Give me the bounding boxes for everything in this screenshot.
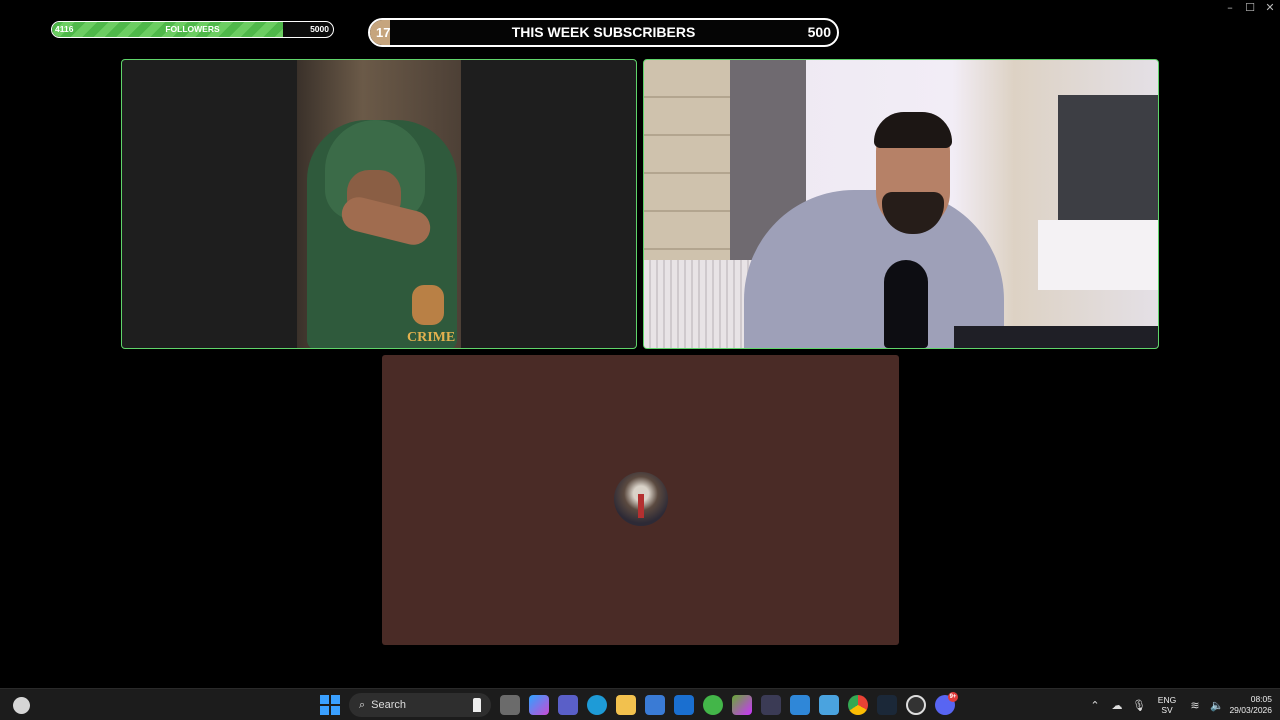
gallery-icon[interactable] — [819, 695, 839, 715]
clock[interactable]: 08:05 29/03/2026 — [1228, 694, 1280, 716]
minimize-button[interactable]: – — [1220, 0, 1240, 16]
clock-time: 08:05 — [1250, 694, 1272, 704]
chrome-icon[interactable] — [848, 695, 868, 715]
microphone — [884, 260, 928, 348]
webcam-feed-left: CRIME — [297, 60, 461, 348]
taskbar-search[interactable]: ⌕ Search — [349, 693, 491, 717]
discord-icon[interactable]: 9+ — [935, 692, 958, 715]
close-button[interactable]: ✕ — [1260, 0, 1280, 16]
followers-current: 4116 — [55, 24, 74, 34]
language-indicator[interactable]: ENG SV — [1150, 695, 1184, 715]
participant-right-video[interactable] — [643, 59, 1159, 349]
maximize-button[interactable]: ☐ — [1240, 0, 1260, 16]
start-button[interactable] — [320, 695, 340, 715]
followers-goal-bar: FOLLOWERS 4116 5000 — [51, 21, 334, 38]
subscribers-goal-bar: 17 THIS WEEK SUBSCRIBERS 500 — [368, 18, 839, 47]
copilot-icon[interactable] — [529, 695, 549, 715]
task-view-icon[interactable] — [500, 695, 520, 715]
teams-icon[interactable] — [558, 695, 578, 715]
vpn-shield-icon[interactable] — [703, 695, 723, 715]
search-icon: ⌕ — [359, 698, 366, 711]
system-tray: ⌃ ☁ 🎙 ENG SV ≋ 🔈 08:05 29/03/2026 — [1084, 689, 1280, 720]
chevron-up-icon[interactable]: ⌃ — [1084, 699, 1106, 712]
discord-notification-badge: 9+ — [948, 692, 958, 702]
clock-date: 29/03/2026 — [1229, 705, 1272, 715]
taskbar: ⌕ Search 9+ ⌃ ☁ 🎙 ENG SV ≋ 🔈 08:05 29/03… — [0, 688, 1280, 720]
steam-icon[interactable] — [877, 695, 897, 715]
participant-audio-tile[interactable] — [382, 355, 899, 645]
microphone-icon[interactable]: 🎙 — [1128, 699, 1150, 712]
edge-icon[interactable] — [587, 695, 607, 715]
subscribers-label: THIS WEEK SUBSCRIBERS — [511, 24, 696, 40]
followers-goal: 5000 — [310, 24, 329, 34]
hoodie-print-text: CRIME — [407, 330, 456, 345]
search-highlight-icon — [473, 698, 481, 712]
avatar — [614, 472, 668, 526]
app-icon[interactable] — [732, 695, 752, 715]
wifi-icon[interactable]: ≋ — [1184, 699, 1206, 712]
weather-icon[interactable] — [13, 697, 30, 714]
search-label: Search — [371, 699, 407, 711]
bear-print-shape — [412, 285, 444, 325]
file-explorer-icon[interactable] — [616, 695, 636, 715]
tv-screen — [1058, 95, 1158, 220]
followers-label: FOLLOWERS — [165, 24, 220, 34]
volume-icon[interactable]: 🔈 — [1206, 699, 1228, 712]
desk — [954, 326, 1158, 348]
store-icon[interactable] — [645, 695, 665, 715]
person-hair — [874, 112, 952, 148]
stream-layout: – ☐ ✕ FOLLOWERS 4116 5000 17 THIS WEEK S… — [0, 0, 1280, 720]
language-bottom: SV — [1161, 705, 1173, 715]
photos-icon[interactable] — [790, 695, 810, 715]
subscribers-goal: 500 — [807, 24, 831, 40]
outlook-icon[interactable] — [674, 695, 694, 715]
participant-left-video[interactable]: CRIME — [121, 59, 637, 349]
language-top: ENG — [1157, 695, 1177, 705]
webcam-feed-right — [644, 60, 1158, 348]
window-controls: – ☐ ✕ — [1220, 0, 1280, 16]
hexagon-app-icon[interactable] — [761, 695, 781, 715]
taskbar-apps: ⌕ Search 9+ — [320, 692, 958, 717]
obs-icon[interactable] — [906, 695, 926, 715]
tv-stand — [1038, 220, 1158, 290]
onedrive-icon[interactable]: ☁ — [1106, 699, 1128, 712]
